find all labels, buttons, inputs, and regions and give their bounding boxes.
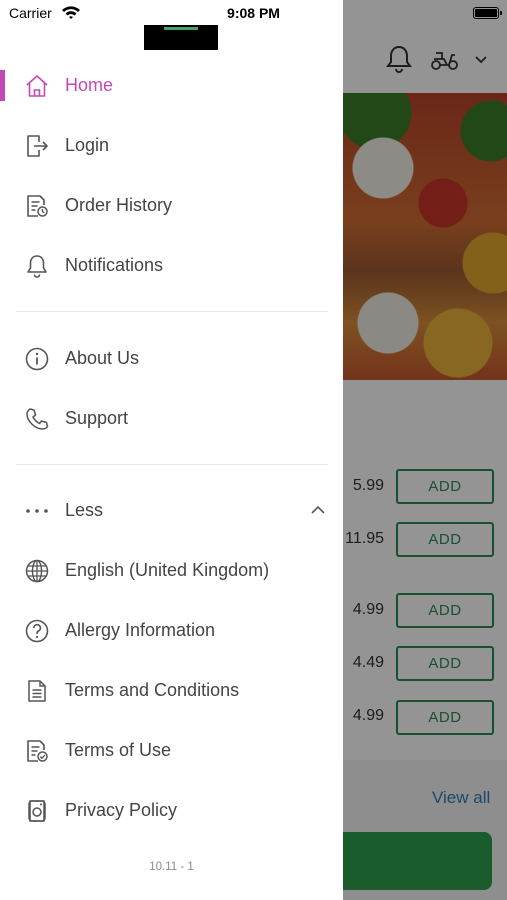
- menu-item-less[interactable]: Less: [0, 481, 343, 541]
- question-icon: [24, 618, 50, 644]
- menu-item-label: Home: [65, 75, 114, 95]
- menu-divider: [16, 311, 328, 312]
- menu-item-notifications[interactable]: Notifications: [0, 236, 343, 296]
- menu-item-order-history[interactable]: Order History: [0, 176, 343, 236]
- menu-item-label: Allergy Information: [65, 620, 216, 640]
- globe-icon: [24, 558, 50, 584]
- phone-icon: [24, 406, 50, 432]
- menu-item-terms-of-use[interactable]: Terms of Use: [0, 721, 343, 781]
- menu-item-label: Privacy Policy: [65, 800, 178, 820]
- document-check-icon: [24, 738, 50, 764]
- menu-item-label: Support: [65, 408, 129, 428]
- order-history-icon: [24, 193, 50, 219]
- status-bar: Carrier 9:08 PM: [0, 0, 507, 26]
- menu-item-label: Terms of Use: [65, 740, 172, 760]
- chevron-up-icon: [310, 504, 326, 516]
- menu-divider: [16, 464, 328, 465]
- menu-item-label: Login: [65, 135, 110, 155]
- bell-icon: [24, 253, 50, 279]
- menu-item-about-us[interactable]: About Us: [0, 329, 343, 389]
- home-icon: [24, 73, 50, 99]
- document-icon: [24, 678, 50, 704]
- menu-item-label: Order History: [65, 195, 173, 215]
- menu-item-home[interactable]: Home: [0, 56, 343, 116]
- privacy-icon: [24, 798, 50, 824]
- menu-item-label: Terms and Conditions: [65, 680, 240, 700]
- menu-item-label: Notifications: [65, 255, 164, 275]
- battery-icon: [473, 7, 502, 19]
- menu-item-terms-conditions[interactable]: Terms and Conditions: [0, 661, 343, 721]
- info-icon: [24, 346, 50, 372]
- app-version: 10.11 - 1: [149, 861, 194, 873]
- brand-logo: [144, 25, 218, 50]
- menu-item-language[interactable]: English (United Kingdom): [0, 541, 343, 601]
- menu-item-label: About Us: [65, 348, 140, 368]
- menu-item-label: English (United Kingdom): [65, 560, 270, 580]
- menu-item-allergy[interactable]: Allergy Information: [0, 601, 343, 661]
- menu-item-label: Less: [65, 500, 104, 520]
- login-icon: [24, 133, 50, 159]
- menu-item-support[interactable]: Support: [0, 389, 343, 449]
- menu-item-privacy-policy[interactable]: Privacy Policy: [0, 781, 343, 841]
- menu-item-login[interactable]: Login: [0, 116, 343, 176]
- more-dots-icon: [24, 498, 50, 524]
- side-menu-drawer: Home Login Order History Notifications A…: [0, 0, 343, 900]
- clock-time: 9:08 PM: [227, 5, 280, 21]
